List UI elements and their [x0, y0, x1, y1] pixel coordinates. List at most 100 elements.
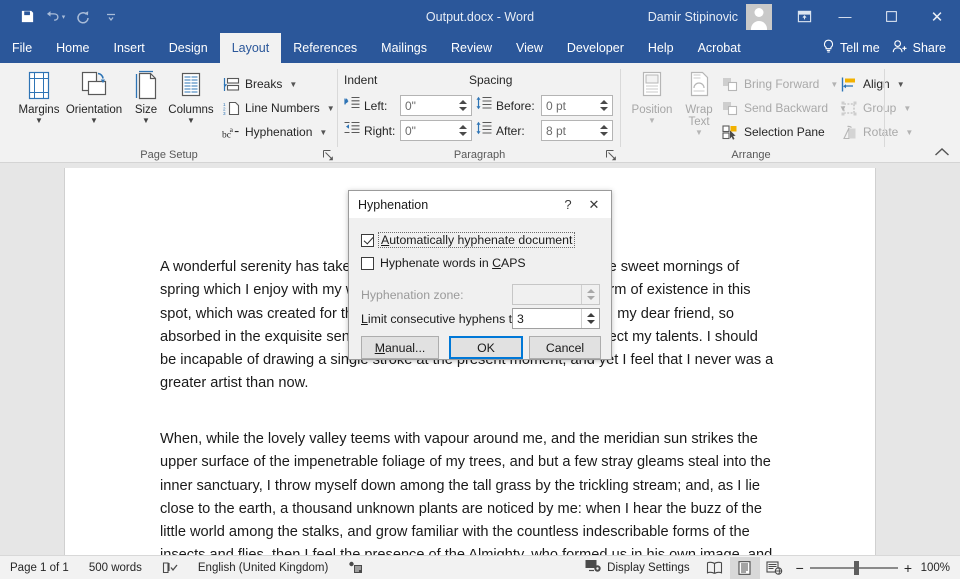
caps-hyphenate-checkbox[interactable] [361, 257, 374, 270]
customize-quick-access-toolbar-icon[interactable] [98, 5, 124, 29]
chevron-down-icon[interactable]: ▼ [897, 80, 905, 89]
zoom-level[interactable]: 100% [918, 562, 960, 574]
tab-mailings[interactable]: Mailings [369, 33, 439, 63]
chevron-down-icon[interactable]: ▼ [289, 80, 297, 89]
ok-button[interactable]: OK [449, 336, 523, 359]
tab-developer[interactable]: Developer [555, 33, 636, 63]
display-settings-button[interactable]: Display Settings [575, 556, 699, 579]
tab-home[interactable]: Home [44, 33, 101, 63]
tab-insert[interactable]: Insert [102, 33, 157, 63]
tab-acrobat[interactable]: Acrobat [686, 33, 753, 63]
stepper-arrows-icon[interactable] [581, 309, 599, 328]
zoom-track[interactable] [810, 567, 898, 569]
document-canvas[interactable]: A wonderful serenity has taken possessio… [0, 163, 960, 555]
cancel-button[interactable]: Cancel [529, 336, 601, 359]
chevron-down-icon[interactable]: ▼ [90, 117, 98, 125]
chevron-down-icon[interactable]: ▼ [830, 80, 838, 89]
manual-button[interactable]: Manual... [361, 336, 439, 359]
line-numbers-button[interactable]: 123 Line Numbers ▼ [222, 97, 335, 119]
word-count[interactable]: 500 words [79, 556, 152, 579]
limit-hyphens-label-rest: imit consecutive hyphens to: [368, 312, 522, 326]
tab-layout[interactable]: Layout [220, 33, 282, 63]
tab-help[interactable]: Help [636, 33, 686, 63]
orientation-button[interactable]: Orientation ▼ [58, 68, 130, 140]
breaks-button[interactable]: Breaks ▼ [222, 73, 297, 95]
bring-forward-button[interactable]: Bring Forward ▼ [721, 73, 838, 95]
wrap-text-button[interactable]: Wrap Text ▼ [677, 68, 721, 140]
chevron-down-icon[interactable]: ▼ [187, 117, 195, 125]
chevron-down-icon[interactable]: ▼ [327, 104, 335, 113]
chevron-down-icon[interactable]: ▼ [903, 104, 911, 113]
chevron-down-icon[interactable]: ▼ [142, 117, 150, 125]
chevron-down-icon[interactable]: ▼ [35, 117, 43, 125]
chevron-down-icon[interactable]: ▼ [648, 117, 656, 125]
proofing-errors-icon[interactable] [152, 556, 188, 579]
hyphenation-zone-input[interactable] [513, 285, 579, 304]
collapse-ribbon-button[interactable] [934, 145, 950, 160]
document-paragraph-2[interactable]: When, while the lovely valley teems with… [160, 428, 774, 555]
tab-view[interactable]: View [504, 33, 555, 63]
close-button[interactable]: ✕ [914, 0, 960, 33]
spacing-before-stepper[interactable] [541, 95, 613, 116]
spacing-after-stepper[interactable] [541, 120, 613, 141]
zoom-thumb[interactable] [854, 561, 859, 575]
hyphenation-dialog[interactable]: Hyphenation ? ✕ Automatically hyphenate … [348, 190, 612, 360]
chevron-down-icon[interactable]: ▼ [905, 128, 913, 137]
align-button[interactable]: Align ▼ [840, 73, 905, 95]
indent-right-stepper[interactable] [400, 120, 472, 141]
send-backward-button[interactable]: Send Backward ▼ [721, 97, 847, 119]
view-read-mode-button[interactable] [700, 557, 730, 579]
tab-file[interactable]: File [0, 33, 44, 63]
spacing-after-input[interactable] [542, 121, 594, 140]
indent-left-stepper[interactable] [400, 95, 472, 116]
stepper-arrows-icon[interactable] [455, 96, 471, 115]
paragraph-dialog-launcher[interactable] [605, 148, 617, 160]
zoom-out-button[interactable]: − [796, 560, 804, 576]
indent-left-input[interactable] [401, 96, 453, 115]
dialog-close-button[interactable]: ✕ [581, 197, 611, 213]
zoom-slider[interactable]: − + [790, 560, 918, 576]
group-button[interactable]: Group ▼ [840, 97, 911, 119]
minimize-button[interactable]: — [822, 0, 868, 33]
size-button[interactable]: Size ▼ [126, 68, 166, 140]
maximize-button[interactable] [868, 0, 914, 33]
user-account-name[interactable]: Damir Stipinovic [648, 10, 746, 24]
chevron-down-icon[interactable]: ▼ [319, 128, 327, 137]
stepper-arrows-icon[interactable] [596, 96, 612, 115]
auto-hyphenate-checkbox-row[interactable]: Automatically hyphenate document [361, 232, 575, 248]
tab-references[interactable]: References [281, 33, 369, 63]
limit-hyphens-stepper[interactable] [512, 308, 600, 329]
hyphenation-zone-stepper[interactable] [512, 284, 600, 305]
stepper-arrows-icon[interactable] [581, 285, 599, 304]
tab-design[interactable]: Design [157, 33, 220, 63]
caps-hyphenate-checkbox-row[interactable]: Hyphenate words in CAPS [361, 256, 526, 270]
language-indicator[interactable]: English (United Kingdom) [188, 556, 338, 579]
page-setup-dialog-launcher[interactable] [322, 148, 334, 160]
position-button[interactable]: Position ▼ [627, 68, 677, 140]
columns-button[interactable]: Columns ▼ [162, 68, 220, 140]
zoom-in-button[interactable]: + [904, 560, 912, 576]
indent-right-input[interactable] [401, 121, 453, 140]
undo-icon[interactable]: ▾ [42, 5, 68, 29]
spacing-before-input[interactable] [542, 96, 594, 115]
chevron-down-icon[interactable]: ▼ [695, 129, 703, 137]
avatar[interactable] [746, 4, 772, 30]
auto-hyphenate-checkbox[interactable] [361, 234, 374, 247]
view-print-layout-button[interactable] [730, 557, 760, 579]
limit-hyphens-input[interactable] [513, 309, 579, 328]
save-icon[interactable] [14, 5, 40, 29]
rotate-button[interactable]: Rotate ▼ [840, 121, 913, 143]
hyphenation-button[interactable]: bca Hyphenation ▼ [222, 121, 327, 143]
view-web-layout-button[interactable] [760, 557, 790, 579]
stepper-arrows-icon[interactable] [455, 121, 471, 140]
page-info[interactable]: Page 1 of 1 [0, 556, 79, 579]
stepper-arrows-icon[interactable] [596, 121, 612, 140]
tell-me-button[interactable]: Tell me [816, 39, 892, 57]
redo-icon[interactable] [70, 5, 96, 29]
dialog-help-button[interactable]: ? [555, 197, 581, 212]
accessibility-icon[interactable] [338, 556, 373, 579]
tab-review[interactable]: Review [439, 33, 504, 63]
share-button[interactable]: Share [892, 39, 960, 57]
ribbon-display-options-icon[interactable] [786, 0, 822, 33]
selection-pane-button[interactable]: Selection Pane [721, 121, 825, 143]
